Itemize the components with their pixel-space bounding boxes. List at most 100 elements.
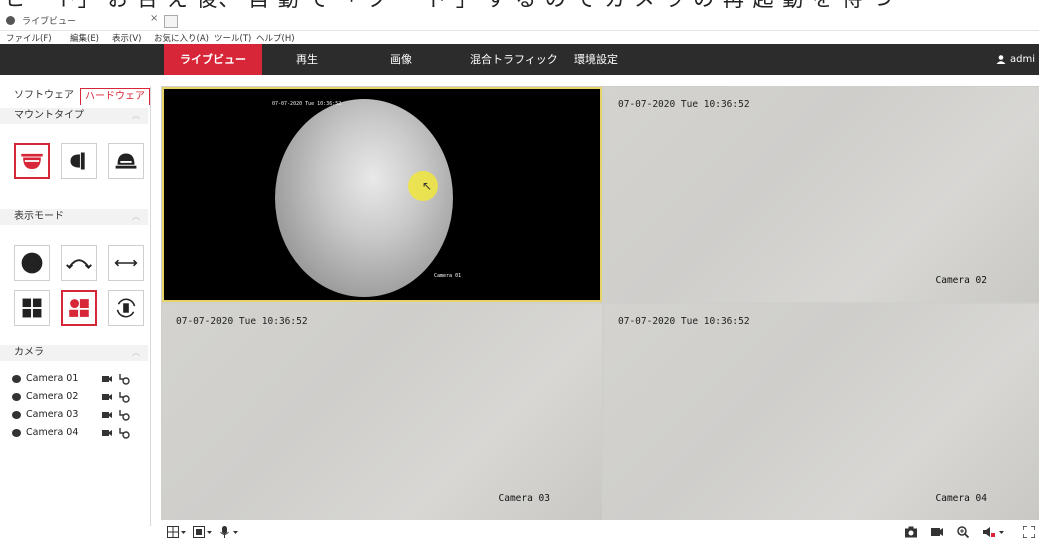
menu-help[interactable]: ヘルプ(H) (256, 32, 295, 44)
camera-label: カメラ (14, 347, 44, 358)
camera-list: Camera 01 Camera 02 Camera 03 Camera 04 (10, 370, 150, 442)
camera-status-icon (12, 393, 21, 401)
camera-name: Camera 01 (26, 373, 79, 384)
microphone-icon (220, 526, 238, 538)
control-sidebar: ソフトウェア ハードウェア マウントタイプ ︿ 表示モード ︿ カメラ ︿ Ca… (0, 86, 151, 526)
display-mode-header[interactable]: 表示モード ︿ (0, 209, 148, 225)
nav-live-view[interactable]: ライブビュー (164, 44, 262, 75)
ptz-icon[interactable] (118, 373, 130, 385)
caption-strip: ヒー ト」 お 台 え 後、 自 動 で 「 ク ー ド 」 す る の で カ… (0, 0, 1039, 12)
video-pane-camera-03[interactable]: 07-07-2020 Tue 10:36:52 Camera 03 (162, 304, 602, 520)
microphone-button[interactable] (219, 526, 239, 538)
nav-configuration[interactable]: 環境設定 (574, 44, 618, 75)
app-icon (6, 16, 15, 25)
pane-camera-label: Camera 03 (498, 493, 550, 504)
mouse-cursor-icon: ↖ (422, 179, 433, 193)
panorama-180-button[interactable] (61, 245, 97, 281)
fisheye-ptz-view-icon (69, 299, 89, 317)
sidebar-tabs: ソフトウェア ハードウェア (10, 88, 150, 106)
caption-text: ヒー ト」 お 台 え 後、 自 動 で 「 ク ー ド 」 す る の で カ… (0, 0, 1039, 11)
menu-favorites[interactable]: お気に入り(A) (154, 32, 209, 44)
rotate-view-button[interactable] (108, 290, 144, 326)
tab-close-icon[interactable]: × (150, 13, 158, 24)
nav-playback[interactable]: 再生 (296, 44, 318, 75)
list-item[interactable]: Camera 03 (10, 406, 150, 424)
stream-button[interactable] (193, 526, 213, 538)
video-pane-camera-04[interactable]: 07-07-2020 Tue 10:36:52 Camera 04 (604, 304, 1039, 520)
stream-icon (193, 526, 212, 538)
camera-name: Camera 02 (26, 391, 79, 402)
menu-edit[interactable]: 編集(E) (70, 32, 99, 44)
layout-grid-button[interactable] (167, 526, 187, 538)
panorama-360-button[interactable] (108, 245, 144, 281)
zoom-button[interactable] (957, 526, 969, 538)
list-item[interactable]: Camera 01 (10, 370, 150, 388)
ptz-icon[interactable] (118, 409, 130, 421)
mount-type-header[interactable]: マウントタイプ ︿ (0, 108, 148, 124)
camera-header[interactable]: カメラ ︿ (0, 345, 148, 361)
layout-grid-icon (167, 526, 186, 538)
video-icon[interactable] (102, 393, 112, 401)
tab-software[interactable]: ソフトウェア (10, 88, 78, 104)
browser-titlebar: ライブビュー × (0, 12, 1039, 31)
chevron-up-icon: ︿ (132, 348, 140, 357)
mount-type-label: マウントタイプ (14, 110, 84, 121)
user-menu[interactable]: admi (996, 44, 1035, 75)
list-item[interactable]: Camera 02 (10, 388, 150, 406)
record-button[interactable] (931, 526, 943, 538)
desktop-mount-button[interactable] (108, 143, 144, 179)
quad-view-icon (22, 298, 42, 318)
camera-name: Camera 04 (26, 427, 79, 438)
camera-status-icon (12, 429, 21, 437)
menu-view[interactable]: 表示(V) (112, 32, 141, 44)
new-tab-icon[interactable] (164, 15, 178, 28)
video-grid: 07-07-2020 Tue 10:36:52 Camera 01 ↖ 07-0… (161, 86, 1039, 520)
fullscreen-button[interactable] (1023, 526, 1035, 538)
video-icon[interactable] (102, 411, 112, 419)
browser-tab-title[interactable]: ライブビュー (22, 14, 76, 27)
video-icon[interactable] (102, 375, 112, 383)
nav-picture[interactable]: 画像 (390, 44, 412, 75)
list-item[interactable]: Camera 04 (10, 424, 150, 442)
ptz-icon[interactable] (118, 427, 130, 439)
volume-icon (983, 527, 1004, 537)
user-name: admi (1010, 54, 1035, 65)
pane-camera-label: Camera 01 (434, 273, 462, 279)
fisheye-ptz-view-button[interactable] (61, 290, 97, 326)
wall-mount-icon (70, 152, 85, 170)
user-icon (996, 54, 1006, 64)
pane-timestamp: 07-07-2020 Tue 10:36:52 (176, 316, 308, 327)
wall-mount-button[interactable] (61, 143, 97, 179)
fullscreen-icon (1023, 526, 1035, 538)
ceiling-mount-button[interactable] (14, 143, 50, 179)
menu-tools[interactable]: ツール(T) (214, 32, 251, 44)
quad-view-button[interactable] (14, 290, 50, 326)
ptz-icon[interactable] (118, 391, 130, 403)
video-pane-camera-02[interactable]: 07-07-2020 Tue 10:36:52 Camera 02 (604, 87, 1039, 302)
pane-camera-label: Camera 04 (935, 493, 987, 504)
camera-name: Camera 03 (26, 409, 79, 420)
pane-timestamp: 07-07-2020 Tue 10:36:52 (618, 316, 750, 327)
camera-status-icon (12, 411, 21, 419)
pane-camera-label: Camera 02 (935, 275, 987, 286)
snapshot-icon (905, 526, 917, 538)
chevron-up-icon: ︿ (132, 212, 140, 221)
fisheye-view-button[interactable] (14, 245, 50, 281)
snapshot-button[interactable] (905, 526, 917, 538)
panorama-360-icon (114, 259, 138, 267)
menu-file[interactable]: ファイル(F) (6, 32, 52, 44)
chevron-up-icon: ︿ (132, 111, 140, 120)
record-icon (931, 528, 943, 536)
desktop-mount-icon (115, 153, 137, 169)
nav-mixed-traffic[interactable]: 混合トラフィック (470, 44, 558, 75)
rotate-view-icon (116, 298, 136, 318)
tab-hardware[interactable]: ハードウェア (80, 88, 150, 105)
camera-status-icon (12, 375, 21, 383)
bottom-toolbar (161, 521, 1039, 541)
display-mode-label: 表示モード (14, 211, 64, 222)
video-pane-camera-01[interactable]: 07-07-2020 Tue 10:36:52 Camera 01 ↖ (162, 87, 602, 302)
video-icon[interactable] (102, 429, 112, 437)
volume-button[interactable] (983, 526, 1005, 538)
panorama-180-icon (66, 259, 92, 270)
ceiling-mount-icon (21, 153, 43, 169)
